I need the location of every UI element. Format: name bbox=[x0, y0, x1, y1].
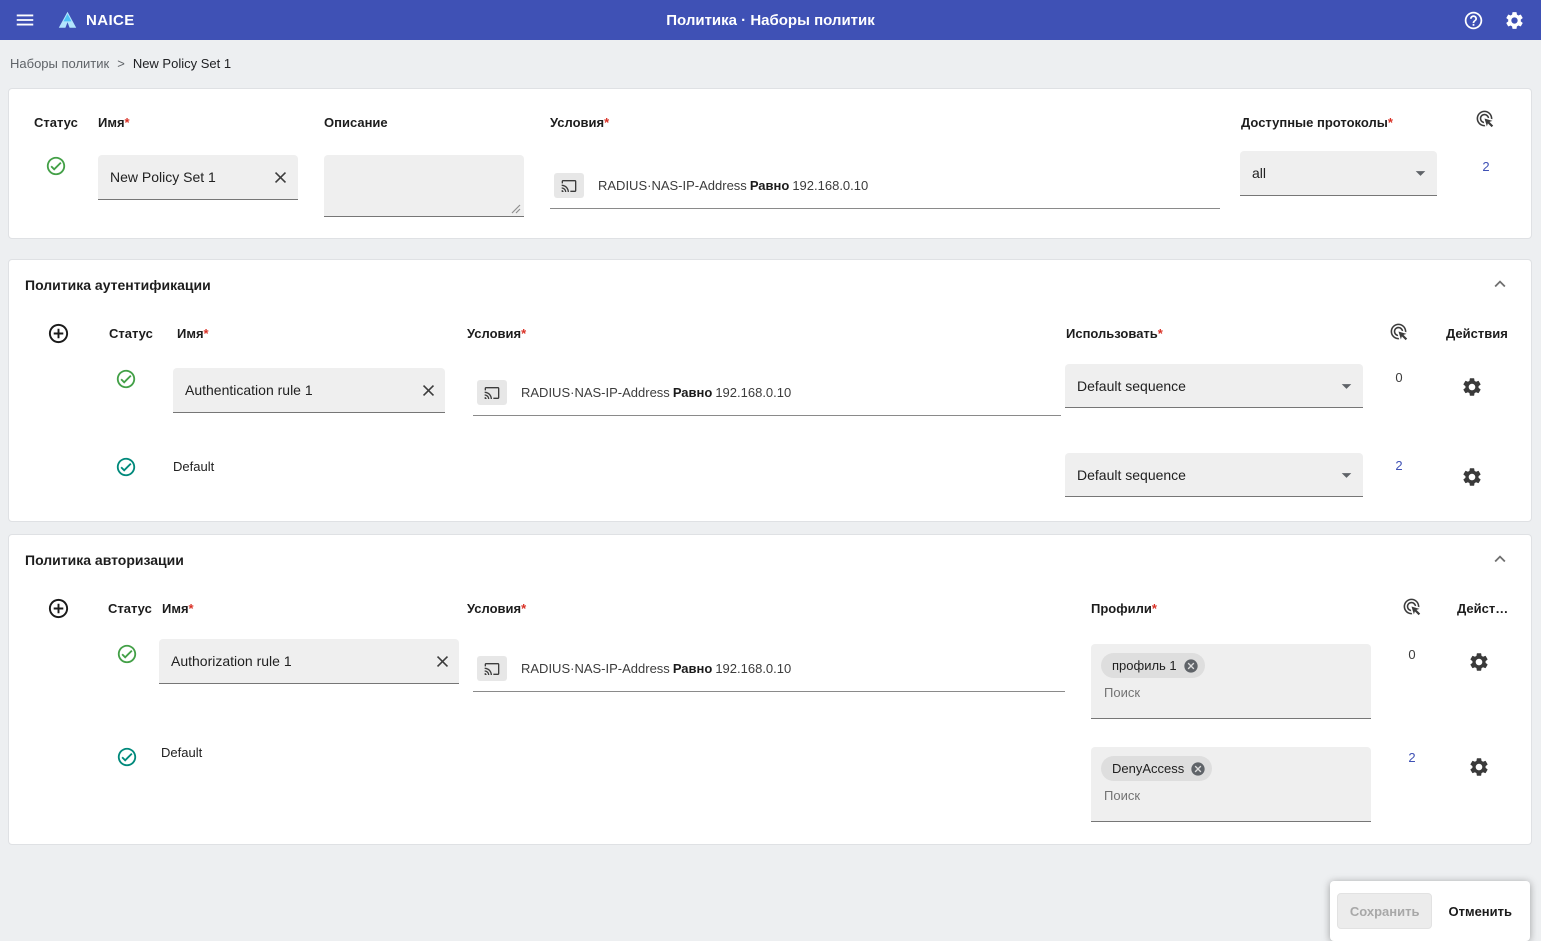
protocols-value: all bbox=[1252, 165, 1266, 181]
protocols-select[interactable]: all bbox=[1240, 151, 1437, 196]
use-sequence-value: Default sequence bbox=[1077, 378, 1186, 394]
condition-text: RADIUS·NAS-IP-AddressРавно192.168.0.10 bbox=[521, 661, 791, 676]
column-status: Статус bbox=[108, 601, 152, 616]
breadcrumb-current: New Policy Set 1 bbox=[133, 56, 231, 71]
cast-icon bbox=[477, 380, 507, 405]
column-conditions: Условия* bbox=[550, 115, 609, 130]
default-rule-label: Default bbox=[173, 459, 214, 474]
remove-chip-icon[interactable] bbox=[1190, 761, 1206, 777]
authorization-policy-card: Политика авторизации Статус Имя* Условия… bbox=[8, 534, 1532, 845]
remove-chip-icon[interactable] bbox=[1183, 658, 1199, 674]
status-check-icon[interactable] bbox=[116, 746, 138, 768]
profiles-field[interactable]: профиль 1 bbox=[1091, 644, 1371, 719]
chevron-down-icon bbox=[1409, 162, 1432, 185]
use-sequence-value: Default sequence bbox=[1077, 467, 1186, 483]
clear-name-icon[interactable] bbox=[419, 381, 438, 400]
use-sequence-select[interactable]: Default sequence bbox=[1065, 364, 1363, 408]
rule-hits[interactable]: 2 bbox=[1390, 458, 1408, 473]
clear-name-icon[interactable] bbox=[433, 652, 452, 671]
authz-card-title: Политика авторизации bbox=[25, 552, 184, 568]
auth-card-title: Политика аутентификации bbox=[25, 277, 211, 293]
column-name: Имя* bbox=[98, 115, 130, 130]
brand: NAICE bbox=[56, 9, 135, 31]
profile-chip-label: DenyAccess bbox=[1112, 761, 1184, 776]
column-conditions: Условия* bbox=[467, 601, 526, 616]
column-description: Описание bbox=[324, 115, 388, 130]
hit-counter-icon bbox=[1402, 597, 1421, 616]
save-button[interactable]: Сохранить bbox=[1337, 893, 1433, 929]
help-icon[interactable] bbox=[1463, 10, 1484, 31]
menu-icon[interactable] bbox=[14, 9, 36, 31]
policy-set-name-input[interactable] bbox=[98, 155, 298, 200]
brand-name: NAICE bbox=[86, 12, 135, 29]
profile-chip: профиль 1 bbox=[1101, 653, 1205, 678]
profile-search-input[interactable] bbox=[1104, 685, 1254, 700]
breadcrumb: Наборы политик > New Policy Set 1 bbox=[0, 40, 231, 86]
column-actions: Дейст… bbox=[1457, 601, 1508, 616]
profiles-field[interactable]: DenyAccess bbox=[1091, 747, 1371, 822]
add-rule-icon[interactable] bbox=[47, 597, 70, 620]
profile-chip-label: профиль 1 bbox=[1112, 658, 1177, 673]
column-status: Статус bbox=[34, 115, 78, 130]
column-profiles: Профили* bbox=[1091, 601, 1157, 616]
condition-text: RADIUS·NAS-IP-AddressРавно192.168.0.10 bbox=[598, 178, 868, 193]
rule-hits: 0 bbox=[1403, 647, 1421, 662]
collapse-icon[interactable] bbox=[1489, 273, 1511, 295]
hit-counter-icon bbox=[1389, 322, 1408, 341]
policy-set-hits[interactable]: 2 bbox=[1477, 159, 1495, 174]
action-bar: Сохранить Отменить bbox=[1330, 881, 1530, 941]
column-protocols: Доступные протоколы* bbox=[1241, 115, 1393, 130]
profile-chip: DenyAccess bbox=[1101, 756, 1212, 781]
auth-rule-name-input[interactable] bbox=[173, 368, 445, 413]
policy-set-card: Статус Имя* Описание Условия* Доступные … bbox=[8, 88, 1532, 239]
column-actions: Действия bbox=[1446, 326, 1508, 341]
clear-name-icon[interactable] bbox=[271, 168, 290, 187]
condition-text: RADIUS·NAS-IP-AddressРавно192.168.0.10 bbox=[521, 385, 791, 400]
column-name: Имя* bbox=[162, 601, 194, 616]
column-status: Статус bbox=[109, 326, 153, 341]
column-conditions: Условия* bbox=[467, 326, 526, 341]
collapse-icon[interactable] bbox=[1489, 548, 1511, 570]
column-name: Имя* bbox=[177, 326, 209, 341]
cast-icon bbox=[477, 656, 507, 681]
policy-set-condition[interactable]: RADIUS·NAS-IP-AddressРавно192.168.0.10 bbox=[550, 173, 1220, 209]
status-check-icon[interactable] bbox=[45, 155, 67, 177]
app-bar: NAICE Политика · Наборы политик bbox=[0, 0, 1541, 40]
page-title: Политика · Наборы политик bbox=[666, 12, 874, 29]
authentication-policy-card: Политика аутентификации Статус Имя* Усло… bbox=[8, 259, 1532, 522]
column-use: Использовать* bbox=[1066, 326, 1163, 341]
description-field[interactable] bbox=[324, 155, 524, 217]
actions-gear-icon[interactable] bbox=[1468, 756, 1490, 778]
default-rule-label: Default bbox=[161, 745, 202, 760]
rule-hits[interactable]: 2 bbox=[1403, 750, 1421, 765]
authz-rule-name-input[interactable] bbox=[159, 639, 459, 684]
add-rule-icon[interactable] bbox=[47, 322, 70, 345]
actions-gear-icon[interactable] bbox=[1461, 376, 1483, 398]
actions-gear-icon[interactable] bbox=[1468, 651, 1490, 673]
status-check-icon[interactable] bbox=[115, 368, 137, 390]
profile-search-input[interactable] bbox=[1104, 788, 1254, 803]
breadcrumb-parent[interactable]: Наборы политик bbox=[10, 56, 109, 71]
use-sequence-select[interactable]: Default sequence bbox=[1065, 453, 1363, 497]
status-check-icon[interactable] bbox=[116, 643, 138, 665]
chevron-down-icon bbox=[1335, 463, 1358, 486]
appbar-actions bbox=[1463, 10, 1525, 31]
settings-icon[interactable] bbox=[1504, 10, 1525, 31]
status-check-icon[interactable] bbox=[115, 456, 137, 478]
cast-icon bbox=[554, 173, 584, 198]
rule-hits: 0 bbox=[1390, 370, 1408, 385]
auth-rule-condition[interactable]: RADIUS·NAS-IP-AddressРавно192.168.0.10 bbox=[473, 380, 1061, 416]
actions-gear-icon[interactable] bbox=[1461, 466, 1483, 488]
breadcrumb-separator: > bbox=[117, 56, 125, 71]
authz-rule-condition[interactable]: RADIUS·NAS-IP-AddressРавно192.168.0.10 bbox=[473, 656, 1065, 692]
chevron-down-icon bbox=[1335, 374, 1358, 397]
naice-logo-icon bbox=[56, 9, 79, 31]
hit-counter-icon bbox=[1475, 109, 1494, 128]
cancel-button[interactable]: Отменить bbox=[1438, 893, 1522, 929]
